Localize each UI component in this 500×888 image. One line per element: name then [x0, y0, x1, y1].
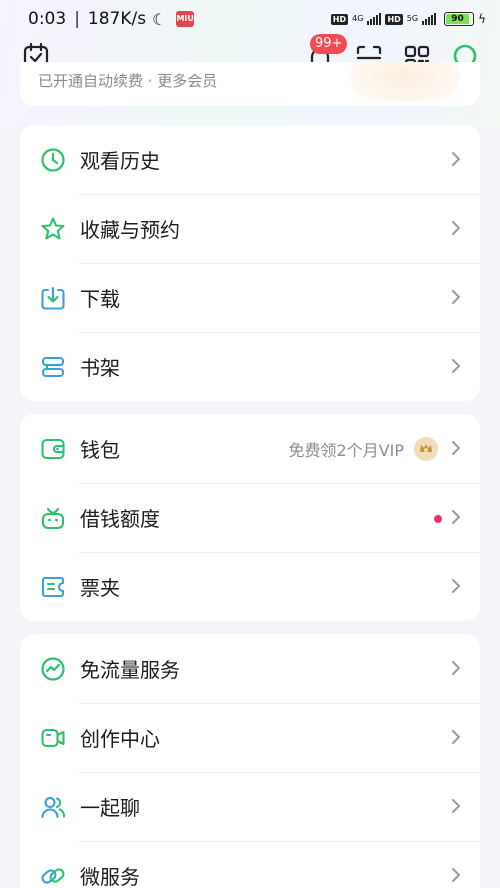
- menu-item-label: 收藏与预约: [80, 218, 180, 242]
- chevron-right-icon: [452, 868, 460, 882]
- menu-item-label: 下载: [80, 287, 120, 311]
- chevron-right-icon: [452, 799, 460, 813]
- people-icon: [41, 796, 66, 819]
- star-icon: [41, 217, 65, 240]
- moon-icon: ☾: [152, 9, 167, 29]
- download-icon: [41, 286, 65, 310]
- charging-icon: ϟ: [478, 12, 486, 26]
- ticket-icon: [41, 576, 65, 598]
- chevron-right-icon: [452, 152, 460, 166]
- menu-item-loan[interactable]: 借钱额度: [20, 483, 480, 552]
- signal-icon: [367, 13, 382, 25]
- banner-text: 已开通自动续费 · 更多会员: [38, 72, 218, 90]
- red-dot-indicator: [434, 515, 442, 523]
- chevron-right-icon: [452, 290, 460, 304]
- menu-card-3: 免流量服务 创作中心 一起聊 微服务: [20, 634, 480, 888]
- menu-item-label: 微服务: [80, 865, 140, 888]
- chevron-right-icon: [452, 730, 460, 744]
- menu-item-creator-center[interactable]: 创作中心: [20, 703, 480, 772]
- vip-crown-icon: [414, 437, 438, 461]
- menu-item-ticket[interactable]: 票夹: [20, 552, 480, 621]
- chevron-right-icon: [452, 441, 460, 455]
- chevron-right-icon: [452, 510, 460, 524]
- chevron-right-icon: [452, 221, 460, 235]
- battery-level: 90: [446, 14, 469, 24]
- menu-item-download[interactable]: 下载: [20, 263, 480, 332]
- vip-banner[interactable]: 已开通自动续费 · 更多会员: [20, 62, 480, 106]
- status-bar: 0:03 | 187K/s ☾ MIUI HD 4G HD 5G 90 ϟ: [0, 0, 500, 38]
- bookshelf-icon: [41, 356, 65, 378]
- menu-item-bookshelf[interactable]: 书架: [20, 332, 480, 401]
- video-camera-icon: [41, 728, 65, 748]
- status-speed: 187K/s: [87, 9, 147, 29]
- vip-offer-text: 免费领2个月VIP: [288, 440, 405, 460]
- menu-item-label: 钱包: [80, 438, 120, 462]
- status-time: 0:03: [28, 9, 67, 29]
- chevron-right-icon: [452, 359, 460, 373]
- menu-item-wallet[interactable]: 钱包 免费领2个月VIP: [20, 414, 480, 483]
- status-separator: |: [74, 9, 80, 29]
- chevron-right-icon: [452, 579, 460, 593]
- menu-card-2: 钱包 免费领2个月VIP 借钱额度 票夹: [20, 414, 480, 621]
- loan-icon: [41, 507, 65, 530]
- menu-item-favorites[interactable]: 收藏与预约: [20, 194, 480, 263]
- mi-app-icon: MIUI: [176, 11, 197, 27]
- menu-item-label: 免流量服务: [80, 658, 180, 682]
- banner-decoration: [350, 62, 460, 102]
- menu-item-label: 借钱额度: [80, 507, 160, 531]
- network-type-2: 5G: [406, 14, 419, 23]
- menu-item-label: 创作中心: [80, 727, 160, 751]
- menu-item-label: 书架: [80, 356, 120, 380]
- menu-item-label: 票夹: [80, 576, 120, 600]
- menu-item-history[interactable]: 观看历史: [20, 125, 480, 194]
- battery-icon: 90: [444, 12, 475, 26]
- menu-card-1: 观看历史 收藏与预约 下载 书架: [20, 125, 480, 401]
- menu-item-free-traffic[interactable]: 免流量服务: [20, 634, 480, 703]
- wallet-icon: [41, 438, 65, 460]
- menu-item-micro-service[interactable]: 微服务: [20, 841, 480, 888]
- traffic-icon: [41, 657, 65, 681]
- chevron-right-icon: [452, 661, 460, 675]
- hd-badge-2: HD: [385, 13, 403, 25]
- menu-item-label: 观看历史: [80, 149, 160, 173]
- link-icon: [41, 868, 65, 884]
- notification-count-badge: 99+: [310, 34, 348, 54]
- network-type-1: 4G: [352, 14, 364, 23]
- menu-item-label: 一起聊: [80, 796, 140, 820]
- menu-item-chat-together[interactable]: 一起聊: [20, 772, 480, 841]
- hd-badge: HD: [330, 13, 349, 25]
- signal-icon-2: [422, 13, 437, 25]
- clock-icon: [41, 148, 65, 172]
